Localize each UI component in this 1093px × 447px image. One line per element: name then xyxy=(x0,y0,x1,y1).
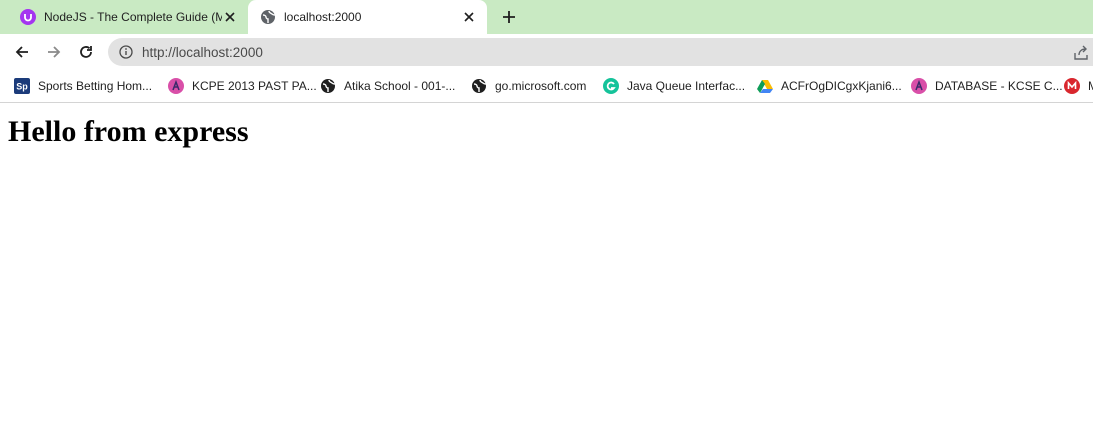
globe-icon xyxy=(260,9,276,25)
bookmark-item[interactable]: go.microsoft.com xyxy=(471,70,586,102)
atika-icon xyxy=(911,78,927,94)
page-heading: Hello from express xyxy=(8,115,249,148)
tab-localhost[interactable]: localhost:2000 xyxy=(248,0,487,34)
atika-icon xyxy=(168,78,184,94)
bookmark-item[interactable]: Sp Sports Betting Hom... xyxy=(14,70,152,102)
bookmark-label: Sports Betting Hom... xyxy=(38,79,153,93)
page-content: Hello from express xyxy=(0,115,1093,149)
tab-title: localhost:2000 xyxy=(284,10,362,24)
plus-icon xyxy=(503,11,515,23)
bookmark-item[interactable]: DATABASE - KCSE C... xyxy=(911,70,1063,102)
arrow-right-icon xyxy=(48,46,61,58)
back-button[interactable] xyxy=(10,40,34,64)
reload-icon xyxy=(80,46,92,58)
grammarly-icon xyxy=(603,78,619,94)
udemy-icon xyxy=(20,9,36,25)
bookmark-label: Java Queue Interfac... xyxy=(627,79,746,93)
bookmark-item[interactable]: M xyxy=(1064,70,1093,102)
bookmark-label: KCPE 2013 PAST PA... xyxy=(192,79,317,93)
bookmark-label: M xyxy=(1088,79,1093,93)
google-drive-icon xyxy=(757,78,773,94)
bookmarks-bar: Sp Sports Betting Hom... KCPE 2013 PAST … xyxy=(0,70,1093,103)
mega-icon xyxy=(1064,78,1080,94)
new-tab-button[interactable] xyxy=(498,6,520,28)
share-icon[interactable] xyxy=(1072,44,1090,62)
url-text[interactable]: http://localhost:2000 xyxy=(142,45,263,60)
bookmark-item[interactable]: Java Queue Interfac... xyxy=(603,70,745,102)
bookmark-label: DATABASE - KCSE C... xyxy=(935,79,1063,93)
bookmark-label: ACFrOgDICgxKjani6... xyxy=(781,79,902,93)
bookmark-item[interactable]: KCPE 2013 PAST PA... xyxy=(168,70,317,102)
close-tab-icon[interactable] xyxy=(461,9,477,25)
sportpesa-icon: Sp xyxy=(14,78,30,94)
site-info-icon[interactable] xyxy=(118,44,134,60)
svg-text:Sp: Sp xyxy=(16,82,28,92)
address-bar[interactable]: http://localhost:2000 xyxy=(108,38,1093,66)
bookmark-label: go.microsoft.com xyxy=(495,79,587,93)
arrow-left-icon xyxy=(15,46,28,58)
forward-button[interactable] xyxy=(42,40,66,64)
bookmark-item[interactable]: ACFrOgDICgxKjani6... xyxy=(757,70,902,102)
globe-icon xyxy=(471,78,487,94)
tab-nodejs-guide[interactable]: NodeJS - The Complete Guide (M xyxy=(0,0,248,34)
browser-toolbar: http://localhost:2000 xyxy=(0,34,1093,70)
close-tab-icon[interactable] xyxy=(222,9,238,25)
bookmark-item[interactable]: Atika School - 001-... xyxy=(320,70,455,102)
tab-title: NodeJS - The Complete Guide (M xyxy=(44,10,222,24)
tab-strip: NodeJS - The Complete Guide (M localhost… xyxy=(0,0,1093,34)
bookmark-label: Atika School - 001-... xyxy=(344,79,456,93)
globe-icon xyxy=(320,78,336,94)
reload-button[interactable] xyxy=(74,40,98,64)
